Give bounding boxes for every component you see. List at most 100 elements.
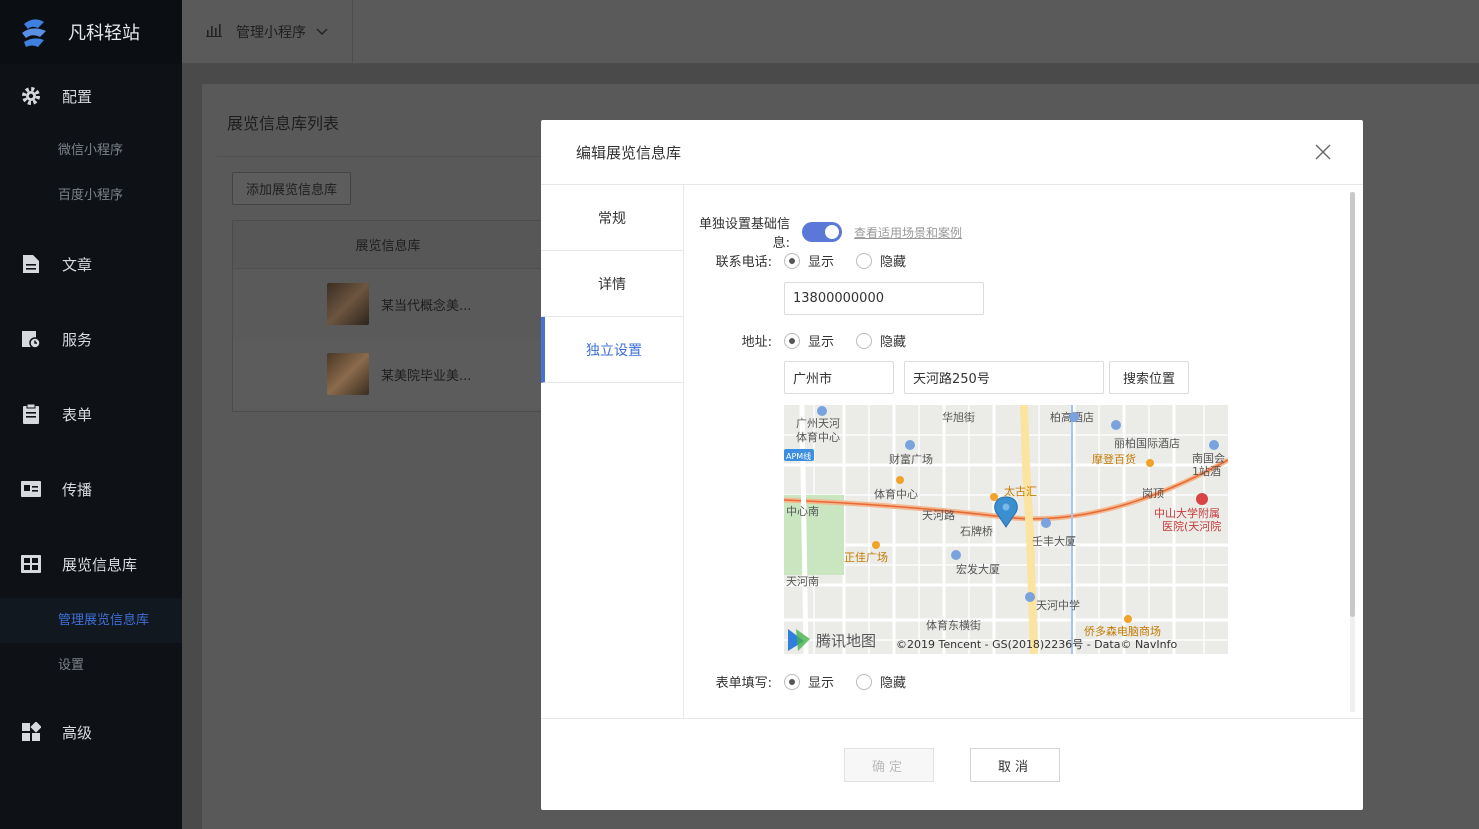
map-label: 岗顶	[1142, 487, 1164, 500]
grid-icon	[20, 553, 42, 575]
form-show-radio[interactable]: 显示	[784, 672, 834, 691]
sidebar-item-label: 展览信息库	[62, 555, 138, 574]
sidebar-item-label: 配置	[62, 87, 93, 106]
brand-logo-icon	[18, 16, 50, 48]
service-icon	[20, 328, 42, 350]
exhibit-table: 展览信息库 某当代概念美... 某美院毕业美...	[232, 220, 544, 412]
sidebar-item-label: 服务	[62, 330, 93, 349]
table-row[interactable]: 某美院毕业美...	[233, 339, 543, 409]
map-label: 医院(天河院	[1162, 519, 1221, 533]
radio-label: 显示	[808, 255, 835, 270]
basic-info-toggle[interactable]	[802, 222, 842, 242]
map-label: 太古汇	[1004, 485, 1037, 498]
map-label: 壬丰大厦	[1032, 534, 1076, 548]
case-link[interactable]: 查看适用场景和案例	[854, 224, 962, 241]
street-input[interactable]: 天河路250号	[904, 361, 1104, 394]
app-switch-label: 管理小程序	[236, 24, 306, 41]
table-row[interactable]: 某当代概念美...	[233, 269, 543, 339]
confirm-button[interactable]: 确定	[844, 748, 934, 782]
exhibit-thumbnail	[327, 283, 369, 325]
sidebar-item-form[interactable]: 表单	[0, 382, 182, 446]
map-copyright: ©2019 Tencent - GS(2018)2236号 - Data© Na…	[896, 638, 1178, 651]
clipboard-icon	[20, 403, 42, 425]
phone-show-radio[interactable]: 显示	[784, 251, 834, 270]
map-label: 正佳广场	[844, 550, 888, 564]
radio-label: 隐藏	[880, 335, 907, 350]
sidebar-item-spread[interactable]: 传播	[0, 457, 182, 521]
basic-info-label: 单独设置基础信息:	[698, 217, 790, 251]
map-label: 体育东横街	[926, 618, 981, 632]
map-label: 中山大学附属	[1154, 506, 1220, 520]
page-title: 展览信息库列表	[227, 114, 340, 133]
sidebar-sub-manage-exhibit[interactable]: 管理展览信息库	[0, 598, 182, 643]
map-label: 体育中心	[874, 487, 918, 501]
sidebar-item-label: 文章	[62, 255, 93, 274]
map-label: 华旭街	[942, 410, 975, 424]
modal-footer: 确定 取消	[541, 718, 1363, 810]
map-label: 天河路	[922, 509, 955, 522]
bar-chart-icon	[206, 23, 222, 41]
modal-tabs: 常规 详情 独立设置	[541, 185, 684, 718]
radio-label: 隐藏	[880, 676, 907, 691]
svg-text:腾讯地图: 腾讯地图	[816, 632, 876, 650]
radio-label: 显示	[808, 676, 835, 691]
map-label: 财富广场	[889, 452, 933, 466]
panel-scrollbar-thumb[interactable]	[1350, 192, 1355, 617]
phone-row: 联系电话: 显示 隐藏	[684, 251, 928, 270]
sidebar-item-label: 高级	[62, 723, 93, 742]
address-show-radio[interactable]: 显示	[784, 331, 834, 350]
radio-dot	[784, 332, 800, 349]
close-icon[interactable]	[1313, 142, 1333, 162]
map-label: 侨多森电脑商场	[1084, 624, 1161, 638]
address-row: 地址: 显示 隐藏	[684, 331, 928, 350]
sidebar-item-service[interactable]: 服务	[0, 307, 182, 371]
edit-exhibit-modal: 编辑展览信息库 常规 详情 独立设置 单独设置基础信息: 查看适用场景和案例 联…	[541, 120, 1363, 810]
phone-input[interactable]: 13800000000	[784, 282, 984, 315]
sidebar-sub-baidu[interactable]: 百度小程序	[0, 173, 182, 218]
sidebar-item-config[interactable]: 配置	[0, 64, 182, 128]
radio-label: 显示	[808, 335, 835, 350]
city-input[interactable]: 广州市	[784, 361, 894, 394]
brand-header[interactable]: 凡科轻站	[0, 0, 182, 64]
chevron-down-icon	[316, 24, 328, 40]
map-label: 天河南	[786, 575, 819, 588]
sidebar-item-label: 传播	[62, 480, 93, 499]
sidebar-sub-wechat[interactable]: 微信小程序	[0, 128, 182, 173]
tab-details[interactable]: 详情	[541, 251, 683, 317]
form-hide-radio[interactable]: 隐藏	[856, 672, 906, 691]
search-location-button[interactable]: 搜索位置	[1109, 361, 1189, 394]
map-badge: APM线	[786, 451, 811, 461]
radio-dot	[856, 332, 873, 349]
add-exhibit-button[interactable]: 添加展览信息库	[232, 172, 351, 205]
phone-hide-radio[interactable]: 隐藏	[856, 251, 906, 270]
sidebar-item-exhibit[interactable]: 展览信息库	[0, 532, 182, 596]
tab-general[interactable]: 常规	[541, 185, 683, 251]
cancel-button[interactable]: 取消	[970, 748, 1060, 782]
top-bar: 管理小程序	[182, 0, 1479, 64]
sidebar-sub-settings[interactable]: 设置	[0, 643, 182, 688]
map-label: 南国会	[1192, 452, 1225, 465]
map-label: 中心南	[786, 505, 819, 518]
sidebar-item-article[interactable]: 文章	[0, 232, 182, 296]
apps-icon	[20, 721, 42, 743]
gear-icon	[20, 85, 42, 107]
exhibit-name: 某美院毕业美...	[381, 368, 472, 384]
location-map[interactable]: 广州天河 体育中心 华旭街 柏高酒店 丽柏国际酒店 财富广场 摩登百货 南国会 …	[784, 405, 1228, 654]
sidebar-item-advanced[interactable]: 高级	[0, 700, 182, 764]
map-label: 丽柏国际酒店	[1114, 436, 1180, 450]
tab-independent-settings[interactable]: 独立设置	[541, 317, 683, 383]
radio-dot	[784, 673, 800, 690]
id-card-icon	[20, 478, 42, 500]
radio-label: 隐藏	[880, 255, 907, 270]
address-label: 地址:	[741, 335, 772, 350]
document-icon	[20, 253, 42, 275]
modal-header: 编辑展览信息库	[541, 120, 1363, 185]
form-label: 表单填写:	[715, 676, 772, 691]
map-label: 广州天河	[796, 417, 840, 430]
address-hide-radio[interactable]: 隐藏	[856, 331, 906, 350]
radio-dot	[856, 252, 873, 269]
map-label: 体育中心	[796, 430, 840, 444]
radio-dot	[784, 252, 800, 269]
app-switch-dropdown[interactable]: 管理小程序	[182, 0, 353, 64]
modal-title: 编辑展览信息库	[576, 143, 682, 162]
